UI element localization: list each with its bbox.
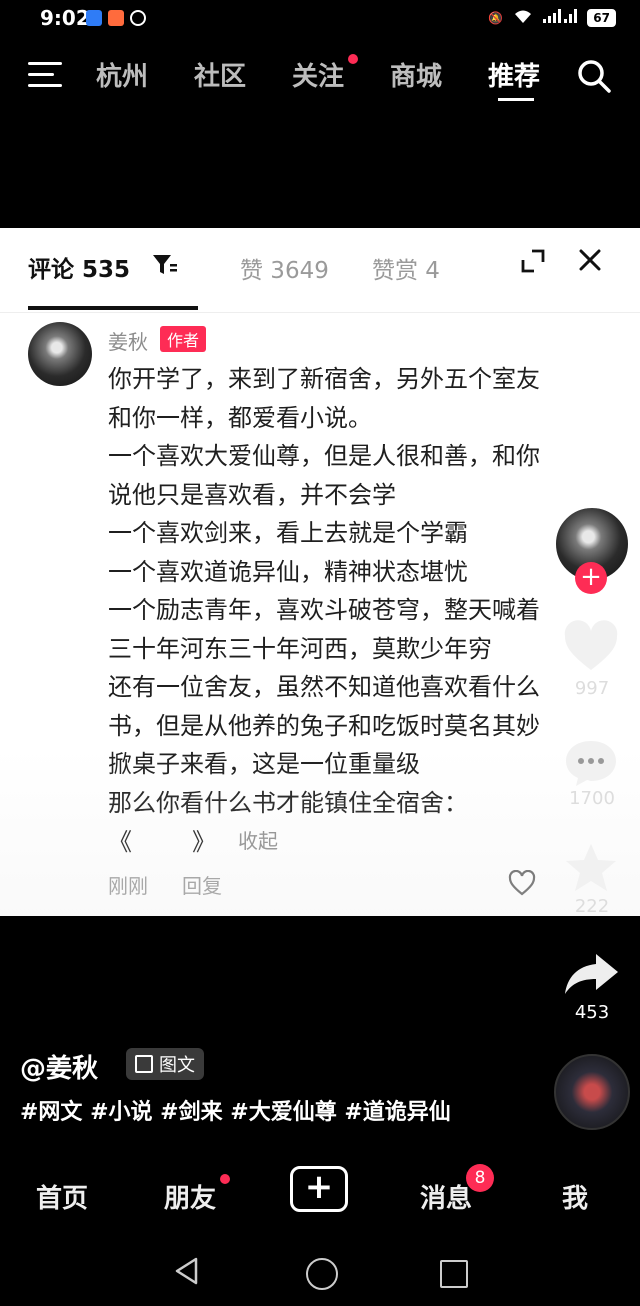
active-tab-indicator xyxy=(498,98,534,101)
status-right: 🔕 67 xyxy=(488,8,616,27)
comment-line: 说他只是喜欢看，并不会学 xyxy=(108,480,396,509)
collapse-link[interactable]: 收起 xyxy=(238,825,278,854)
comment-line: 一个喜欢剑来，看上去就是个学霸 xyxy=(108,519,468,547)
comment-line: 那么你看什么书才能镇住全宿舍： xyxy=(108,788,468,817)
tab-home[interactable]: 首页 xyxy=(36,1178,88,1215)
following-dot xyxy=(348,54,358,64)
post-type-label: 图文 xyxy=(159,1055,195,1076)
comment-line: 一个喜欢大爱仙尊，但是人很和善，和你 xyxy=(108,442,540,470)
comment-line: 一个喜欢道诡异仙，精神状态堪忧 xyxy=(108,557,468,586)
wifi-icon xyxy=(513,8,533,27)
commenter-avatar[interactable] xyxy=(28,322,92,386)
tab-community[interactable]: 社区 xyxy=(194,56,246,93)
comment-line: 你开学了，来到了新宿舍，另外五个室友 xyxy=(108,365,540,393)
app-notification-icon xyxy=(86,10,102,26)
mail-notification-icon xyxy=(108,10,124,26)
favorite-icon[interactable] xyxy=(564,842,618,894)
notification-icons xyxy=(86,10,146,26)
quote-open: 《 xyxy=(108,828,132,856)
messages-badge: 8 xyxy=(466,1164,494,1192)
comment-line: 还有一位舍友，虽然不知道他喜欢看什么 xyxy=(108,673,540,701)
tab-likes[interactable]: 赞 3649 xyxy=(240,251,329,285)
menu-icon[interactable] xyxy=(28,62,62,88)
status-time: 9:02 xyxy=(40,6,90,30)
friends-dot xyxy=(220,1174,230,1184)
post-type-badge: 图文 xyxy=(126,1048,204,1080)
tab-recommend[interactable]: 推荐 xyxy=(488,56,540,93)
quote-close: 》 xyxy=(192,828,216,856)
mute-icon: 🔕 xyxy=(488,10,504,25)
comment-line: 三十年河东三十年河西，莫欺少年穷 xyxy=(108,634,492,663)
tab-rewards[interactable]: 赞赏 4 xyxy=(372,251,440,285)
tab-following[interactable]: 关注 xyxy=(292,56,344,93)
tab-hangzhou[interactable]: 杭州 xyxy=(96,56,148,93)
post-hashtags[interactable]: #网文 #小说 #剑来 #大爱仙尊 #道诡异仙 xyxy=(20,1094,451,1126)
tab-friends[interactable]: 朋友 xyxy=(164,1178,216,1215)
tab-messages[interactable]: 消息 xyxy=(420,1178,472,1215)
comment-panel: 评论 535 赞 3649 赞赏 4 姜秋 作者 你开学了，来到了新宿舍，另外五… xyxy=(0,228,640,916)
book-title-blank: 《 》 收起 xyxy=(108,822,278,857)
image-text-icon xyxy=(135,1055,153,1073)
music-disc[interactable] xyxy=(554,1054,630,1130)
tab-comments[interactable]: 评论 535 xyxy=(28,250,130,284)
author-badge: 作者 xyxy=(160,326,207,352)
commenter-name[interactable]: 姜秋 xyxy=(108,326,148,355)
signal-icon xyxy=(543,9,578,26)
comment-text: 你开学了，来到了新宿舍，另外五个室友 和你一样，都爱看小说。 一个喜欢大爱仙尊，… xyxy=(108,360,608,822)
create-button[interactable]: + xyxy=(290,1166,348,1212)
share-icon[interactable] xyxy=(562,950,620,1000)
comment-icon[interactable] xyxy=(562,738,620,788)
back-icon[interactable] xyxy=(172,1256,202,1286)
post-author[interactable]: @姜秋 xyxy=(20,1048,98,1085)
recent-apps-icon[interactable] xyxy=(440,1260,468,1288)
comment-time: 刚刚 xyxy=(108,874,148,898)
search-icon[interactable] xyxy=(576,58,612,94)
share-count: 453 xyxy=(574,1002,610,1023)
comment-line: 和你一样，都爱看小说。 xyxy=(108,403,372,432)
filter-icon[interactable] xyxy=(152,252,178,278)
close-icon[interactable] xyxy=(578,248,602,272)
comment-line: 掀桌子来看，这是一位重量级 xyxy=(108,750,420,778)
comment-line: 书，但是从他养的兔子和吃饭时莫名其妙 xyxy=(108,711,540,740)
home-icon[interactable] xyxy=(306,1258,338,1290)
like-icon[interactable] xyxy=(562,620,620,674)
comment-line: 一个励志青年，喜欢斗破苍穹，整天喊着 xyxy=(108,596,540,624)
divider xyxy=(0,312,640,313)
expand-icon[interactable] xyxy=(520,248,546,274)
tab-me[interactable]: 我 xyxy=(562,1178,588,1215)
tab-mall[interactable]: 商城 xyxy=(390,56,442,93)
comment-count: 1700 xyxy=(569,788,615,809)
alarm-icon xyxy=(130,10,146,26)
follow-button[interactable]: + xyxy=(575,562,607,594)
favorite-count: 222 xyxy=(574,896,610,917)
reply-button[interactable]: 回复 xyxy=(182,870,222,899)
comment-like-icon[interactable] xyxy=(508,869,536,896)
like-count: 997 xyxy=(574,678,610,699)
active-tab-underline xyxy=(28,306,198,310)
battery-icon: 67 xyxy=(587,8,616,27)
status-bar: 9:02 🔕 67 xyxy=(0,0,640,40)
